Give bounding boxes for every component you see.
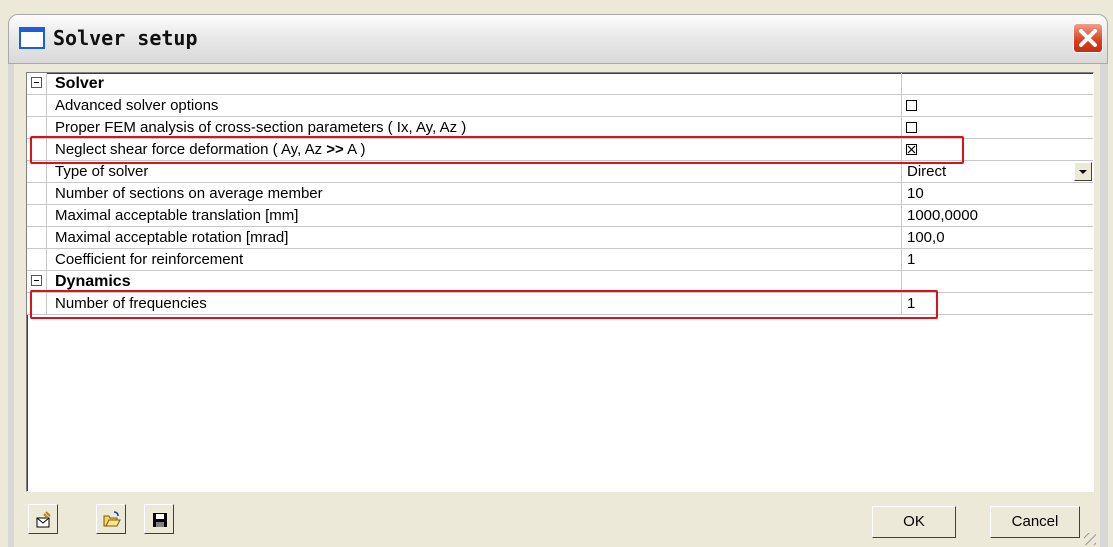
property-grid[interactable]: Solver Advanced solver options Proper FE… <box>26 72 1094 492</box>
row-proper-fem-analysis[interactable]: Proper FEM analysis of cross-section par… <box>27 117 1093 139</box>
row-coefficient-reinforcement[interactable]: Coefficient for reinforcement 1 <box>27 249 1093 271</box>
collapse-icon[interactable] <box>31 77 42 88</box>
section-solver[interactable]: Solver <box>27 73 1093 95</box>
property-label: Coefficient for reinforcement <box>55 251 244 268</box>
button-bar: OK Cancel <box>14 494 1100 547</box>
window-title: Solver setup <box>53 26 198 50</box>
property-label: Advanced solver options <box>55 97 219 114</box>
property-label: Maximal acceptable rotation [mrad] <box>55 229 289 246</box>
property-label: Number of sections on average member <box>55 185 323 202</box>
row-advanced-solver-options[interactable]: Advanced solver options <box>27 95 1093 117</box>
property-label: Maximal acceptable translation [mm] <box>55 207 299 224</box>
save-button[interactable] <box>144 504 174 534</box>
collapse-icon[interactable] <box>31 275 42 286</box>
clear-icon <box>36 511 51 528</box>
property-label: Type of solver <box>55 163 149 180</box>
property-label: Proper FEM analysis of cross-section par… <box>55 119 467 136</box>
resize-grip-icon[interactable] <box>1084 533 1096 545</box>
cancel-button[interactable]: Cancel <box>990 506 1080 538</box>
window-frame-right <box>1100 64 1108 547</box>
row-neglect-shear-deformation[interactable]: Neglect shear force deformation ( Ay, Az… <box>27 139 1093 161</box>
checkbox-icon[interactable] <box>906 100 917 111</box>
property-value[interactable]: 100,0 <box>907 229 945 246</box>
close-icon <box>1079 29 1097 47</box>
row-number-of-sections[interactable]: Number of sections on average member 10 <box>27 183 1093 205</box>
row-type-of-solver[interactable]: Type of solver Direct <box>27 161 1093 183</box>
dropdown-arrow-icon[interactable] <box>1074 162 1092 181</box>
property-value[interactable]: 10 <box>907 185 924 202</box>
section-dynamics[interactable]: Dynamics <box>27 271 1093 293</box>
property-value[interactable]: 1000,0000 <box>907 207 978 224</box>
property-value[interactable]: 1 <box>907 251 915 268</box>
open-folder-icon <box>103 511 121 527</box>
property-label: Neglect shear force deformation ( Ay, Az… <box>55 141 366 158</box>
checkbox-icon[interactable] <box>906 122 917 133</box>
open-button[interactable] <box>96 504 126 534</box>
property-label: Number of frequencies <box>55 295 207 312</box>
row-max-translation[interactable]: Maximal acceptable translation [mm] 1000… <box>27 205 1093 227</box>
row-max-rotation[interactable]: Maximal acceptable rotation [mrad] 100,0 <box>27 227 1093 249</box>
solver-setup-dialog: Solver setup Solver Advanced solver opti… <box>0 0 1113 547</box>
solver-type-select[interactable]: Direct <box>907 163 946 180</box>
ok-button[interactable]: OK <box>872 506 956 538</box>
save-icon <box>153 513 167 527</box>
section-label: Dynamics <box>55 273 131 290</box>
dialog-content: Solver Advanced solver options Proper FE… <box>14 64 1100 547</box>
title-bar[interactable]: Solver setup <box>8 14 1108 64</box>
clear-button[interactable] <box>28 504 58 534</box>
window-icon <box>19 27 45 49</box>
property-value[interactable]: 1 <box>907 295 915 312</box>
section-label: Solver <box>55 75 104 92</box>
close-button[interactable] <box>1073 23 1103 53</box>
checkbox-checked-icon[interactable] <box>906 144 917 155</box>
row-number-of-frequencies[interactable]: Number of frequencies 1 <box>27 293 1093 315</box>
